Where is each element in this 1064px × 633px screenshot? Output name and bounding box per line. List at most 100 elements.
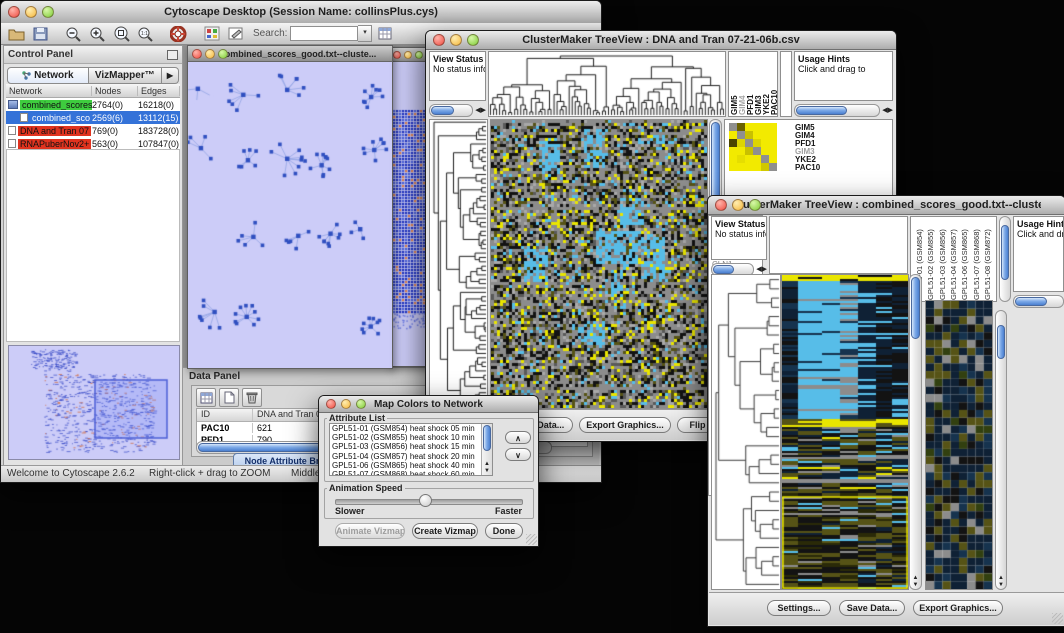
select-attributes-icon[interactable] [196,388,216,407]
tv1-column-dendrogram[interactable] [488,51,726,117]
zoom-heatmap-cell[interactable] [761,131,769,139]
network-table-header[interactable]: Network Nodes Edges [6,84,180,98]
scrollbar-arrows[interactable]: ▲▼ [996,575,1006,589]
tv2-vscrollbar[interactable]: ▲▼ [909,274,922,590]
row-dendrogram-canvas[interactable] [430,120,487,408]
zoom-heatmap-cell[interactable] [737,147,745,155]
zoom-heatmap-cell[interactable] [761,163,769,171]
header-edges[interactable]: Edges [138,86,180,96]
tv1-titlebar[interactable]: ClusterMaker TreeView : DNA and Tran 07-… [426,31,896,50]
close-button[interactable] [192,49,202,59]
network-table-row[interactable]: combined_scores 2764(0) 16218(0) [6,98,180,111]
zoom-selected-icon[interactable] [111,24,132,43]
animation-speed-slider-thumb[interactable] [419,494,432,507]
main-titlebar[interactable]: Cytoscape Desktop (Session Name: collins… [1,1,601,24]
tv2-gene-vscrollbar[interactable]: ▲▼ [995,310,1007,590]
scrollbar-arrows[interactable]: ◀▶ [473,106,486,114]
tab-vizmapper[interactable]: VizMapper™ [89,67,162,84]
settings-button[interactable]: Settings... [767,600,831,616]
zoom-heatmap-cell[interactable] [761,155,769,163]
zoom-heatmap-cell[interactable] [729,131,737,139]
scrollbar-thumb[interactable] [1015,297,1047,306]
scrollbar-arrows[interactable]: ▲▼ [482,461,492,475]
tv1-status-scrollbar[interactable]: ◀▶ [429,103,486,117]
zoom-heatmap-cell[interactable] [737,163,745,171]
tv2-titlebar[interactable]: ClusterMaker TreeView : combined_scores_… [708,196,1064,215]
zoom-heatmap-cell[interactable] [753,147,761,155]
animate-vizmap-button[interactable]: Animate Vizmap [335,523,405,539]
scrollbar-thumb[interactable] [713,265,734,274]
zoom-button[interactable] [42,6,54,18]
zoom-heatmap-cell[interactable] [745,131,753,139]
zoom-button[interactable] [356,399,366,409]
zoom-button[interactable] [467,34,479,46]
heatmap-canvas[interactable] [782,275,908,589]
tv2-row-dendrogram[interactable] [711,274,781,590]
scrollbar-track[interactable] [1013,295,1064,308]
zoom-heatmap-cell[interactable] [729,163,737,171]
zoom-heatmap-cell[interactable] [729,123,737,131]
scrollbar-track[interactable] [794,104,880,117]
tv2-heatmap[interactable] [781,274,909,590]
zoom-heatmap-cell[interactable] [745,123,753,131]
zoom-heatmap-cell[interactable] [769,147,777,155]
zoom-heatmap-canvas[interactable] [926,301,992,589]
scrollbar-thumb[interactable] [1001,225,1009,280]
save-data-button[interactable]: Save Data... [839,600,905,616]
heatmap-canvas[interactable] [491,120,707,408]
zoom-heatmap-cell[interactable] [737,139,745,147]
gene-label[interactable]: PAC10 [795,164,820,172]
zoom-heatmap-cell[interactable] [737,123,745,131]
attribute-list-item[interactable]: GPL51-04 (GSM857) heat shock 20 min [330,452,492,461]
scrollbar-thumb[interactable] [911,277,920,339]
float-panel-icon[interactable] [167,50,178,60]
minimize-button[interactable] [205,49,215,59]
close-button[interactable] [8,6,20,18]
network-view-canvas[interactable] [188,62,390,367]
birdseye-view-panel[interactable] [8,345,180,460]
minimize-button[interactable] [341,399,351,409]
save-icon[interactable] [30,24,51,43]
attribute-list-item[interactable]: GPL51-02 (GSM855) heat shock 10 min [330,433,492,442]
scrollbar-track[interactable] [429,104,473,117]
tv2-usage-scrollbar[interactable] [1013,294,1064,308]
minimize-button[interactable] [450,34,462,46]
zoom-heatmap-cell[interactable] [761,147,769,155]
resize-grip[interactable] [526,534,537,545]
header-id[interactable]: ID [197,409,253,421]
attribute-list-item[interactable]: GPL51-03 (GSM856) heat shock 15 min [330,442,492,451]
zoom-out-icon[interactable] [63,24,84,43]
zoom-heatmap-cell[interactable] [761,123,769,131]
zoom-heatmap-cell[interactable] [769,123,777,131]
move-down-button[interactable]: ∨ [505,448,531,461]
column-label[interactable]: GPL51-04 (GSM857) [948,218,959,300]
minimize-button[interactable] [25,6,37,18]
scrollbar-thumb[interactable] [997,325,1005,359]
attribute-list-item[interactable]: GPL51-06 (GSM865) heat shock 40 min [330,461,492,470]
close-button[interactable] [393,51,401,59]
export-graphics-button[interactable]: Export Graphics... [579,417,671,433]
close-button[interactable] [326,399,336,409]
delete-attribute-icon[interactable] [242,388,262,407]
zoom-heatmap-cell[interactable] [769,163,777,171]
zoom-heatmap-cell[interactable] [769,131,777,139]
close-button[interactable] [715,199,727,211]
help-lifering-icon[interactable] [168,24,189,43]
new-attribute-icon[interactable] [219,388,239,407]
minimize-button[interactable] [404,51,412,59]
column-label[interactable]: GPL51-06 (GSM865) [959,218,970,300]
column-label[interactable]: GPL51-02 (GSM855) [925,218,936,300]
search-input[interactable] [290,26,358,41]
zoom-heatmap-cell[interactable] [745,147,753,155]
zoom-fit-icon[interactable]: 1:1 [135,24,156,43]
tv1-heatmap[interactable] [490,119,708,409]
zoom-heatmap-cell[interactable] [753,131,761,139]
tv2-header-vscrollbar[interactable] [999,216,1011,302]
search-dropdown-icon[interactable]: ▾ [358,25,372,42]
attribute-list-item[interactable]: GPL51-01 (GSM854) heat shock 05 min [330,424,492,433]
tab-network[interactable]: Network [7,67,89,84]
zoom-heatmap-cell[interactable] [729,147,737,155]
tv1-usage-scrollbar[interactable]: ◀▶ [794,103,893,117]
header-nodes[interactable]: Nodes [92,86,138,96]
zoom-heatmap-cell[interactable] [753,155,761,163]
